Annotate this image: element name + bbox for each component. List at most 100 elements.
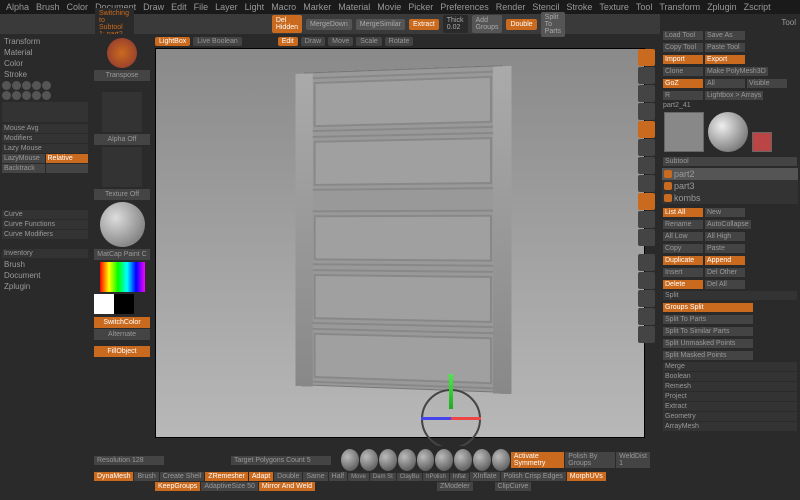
duplicate-button[interactable]: Duplicate <box>663 256 703 265</box>
brush-icon[interactable] <box>398 449 416 471</box>
alternate-button[interactable]: Alternate <box>94 329 150 340</box>
alpha-slot[interactable] <box>102 92 142 132</box>
extract-button[interactable]: Extract <box>409 19 439 30</box>
autoc-button[interactable]: AutoCollapse <box>705 220 751 229</box>
mirror-button[interactable]: Mirror And Weld <box>259 482 315 491</box>
geometry-button[interactable]: Geometry <box>663 412 797 421</box>
swatch-white[interactable] <box>94 294 114 314</box>
menu-marker[interactable]: Marker <box>303 2 331 12</box>
relative-button[interactable]: Relative <box>46 154 89 163</box>
curve-section[interactable]: Curve <box>2 210 88 219</box>
morph-button[interactable]: MorphUVs <box>567 472 606 481</box>
xpose-icon[interactable] <box>638 326 655 343</box>
rename-button[interactable]: Rename <box>663 220 703 229</box>
material-label[interactable]: Material <box>2 47 88 58</box>
menu-texture[interactable]: Texture <box>599 2 629 12</box>
menu-color[interactable]: Color <box>67 2 89 12</box>
split-button[interactable]: Split To Parts <box>541 12 565 37</box>
texture-slot[interactable] <box>102 147 142 187</box>
new-button[interactable]: New <box>705 208 745 217</box>
modifiers-section[interactable]: Modifiers <box>2 134 88 143</box>
textureoff-button[interactable]: Texture Off <box>94 189 150 200</box>
transpose-button[interactable]: Transpose <box>94 70 150 81</box>
rotate-button[interactable]: Rotate <box>385 37 414 46</box>
menu-file[interactable]: File <box>194 2 209 12</box>
transp-icon[interactable] <box>638 272 655 289</box>
menu-draw[interactable]: Draw <box>143 2 164 12</box>
insert-button[interactable]: Insert <box>663 268 703 277</box>
array-button[interactable]: ArrayMesh <box>663 422 797 431</box>
lazymouse-button[interactable]: LazyMouse <box>2 154 45 163</box>
gizmo-icon[interactable] <box>107 38 137 68</box>
splitp-button[interactable]: Split To Parts <box>663 315 753 324</box>
makepoly-button[interactable]: Make PolyMesh3D <box>705 67 768 76</box>
append-button[interactable]: Append <box>705 256 745 265</box>
frame-icon[interactable] <box>638 175 655 192</box>
visible-button[interactable]: Visible <box>747 79 787 88</box>
doub-button[interactable]: Double <box>274 472 302 481</box>
merge-button[interactable]: Merge <box>663 362 797 371</box>
transform-gizmo[interactable] <box>421 389 481 449</box>
keep-button[interactable]: KeepGroups <box>155 482 200 491</box>
switch-button[interactable]: SwitchColor <box>94 317 150 328</box>
clone-button[interactable]: Clone <box>663 67 703 76</box>
export-button[interactable]: Export <box>705 55 745 64</box>
live-boolean-button[interactable]: Live Boolean <box>193 37 241 46</box>
list-item[interactable]: part3 <box>662 180 798 192</box>
brush-icon[interactable] <box>341 449 359 471</box>
allhigh-button[interactable]: All High <box>705 232 745 241</box>
split-header[interactable]: Split <box>663 291 797 300</box>
matcap-button[interactable]: MatCap Paint C <box>94 249 150 260</box>
scroll-icon[interactable] <box>638 67 655 84</box>
brush-icon[interactable] <box>473 449 491 471</box>
target-slider[interactable]: Target Polygons Count 5 <box>231 456 331 465</box>
scale2-icon[interactable] <box>638 211 655 228</box>
delother-button[interactable]: Del Other <box>705 268 745 277</box>
persp-icon[interactable] <box>638 121 655 138</box>
paste2-button[interactable]: Paste <box>705 244 745 253</box>
draw-button[interactable]: Draw <box>301 37 325 46</box>
tool-preview[interactable] <box>664 112 704 152</box>
document-label[interactable]: Document <box>2 270 88 281</box>
r-button[interactable]: R <box>663 91 703 100</box>
adapt-button[interactable]: Adapt <box>249 472 273 481</box>
clipcurve-button[interactable]: ClipCurve <box>495 482 532 491</box>
model-furniture[interactable] <box>304 65 502 393</box>
zmodeler-button[interactable]: ZModeler <box>437 482 473 491</box>
lazy-section[interactable]: Lazy Mouse <box>2 144 88 153</box>
menu-zplugin[interactable]: Zplugin <box>707 2 737 12</box>
menu-preferences[interactable]: Preferences <box>440 2 489 12</box>
delete-button[interactable]: Delete <box>663 280 703 289</box>
same-button[interactable]: Same <box>303 472 327 481</box>
gizmo-z-axis[interactable] <box>421 417 451 420</box>
thick-button[interactable]: Thick 0.02 <box>443 15 468 33</box>
groupsplit-button[interactable]: Groups Split <box>663 303 753 312</box>
zoom-icon[interactable] <box>638 85 655 102</box>
copytool-button[interactable]: Copy Tool <box>663 43 703 52</box>
menu-edit[interactable]: Edit <box>171 2 187 12</box>
delhidden-button[interactable]: Del Hidden <box>272 15 302 33</box>
all-button[interactable]: All <box>705 79 745 88</box>
alllow-button[interactable]: All Low <box>663 232 703 241</box>
menu-light[interactable]: Light <box>245 2 265 12</box>
list-item[interactable]: kombs <box>662 192 798 204</box>
menu-transform[interactable]: Transform <box>659 2 700 12</box>
splitm-button[interactable]: Split Masked Points <box>663 351 753 360</box>
copy2-button[interactable]: Copy <box>663 244 703 253</box>
fit-icon[interactable] <box>638 103 655 120</box>
solo-icon[interactable] <box>638 308 655 325</box>
gizmo-x-axis[interactable] <box>451 417 481 420</box>
xinflate-button[interactable]: XInflate <box>470 472 500 481</box>
brush-icon[interactable] <box>379 449 397 471</box>
stroke-label[interactable]: Stroke <box>2 69 88 80</box>
pastetool-button[interactable]: Paste Tool <box>705 43 745 52</box>
move-icon[interactable] <box>638 193 655 210</box>
createshell-button[interactable]: Create Shell <box>160 472 205 481</box>
mergedown-button[interactable]: MergeDown <box>306 19 352 30</box>
backtrack-button[interactable]: Backtrack <box>2 164 45 173</box>
menu-zscript[interactable]: Zscript <box>744 2 771 12</box>
listall-button[interactable]: List All <box>663 208 703 217</box>
extract2-button[interactable]: Extract <box>663 402 797 411</box>
dynamesh-button[interactable]: DynaMesh <box>94 472 133 481</box>
menu-material[interactable]: Material <box>338 2 370 12</box>
